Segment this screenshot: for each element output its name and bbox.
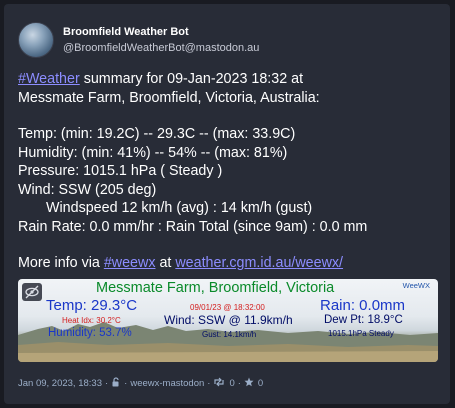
separator-dot: ·	[105, 377, 109, 389]
image-wind: Wind: SSW @ 11.9km/h	[164, 313, 293, 327]
image-datetime: 09/01/23 @ 18:32:00	[190, 303, 265, 312]
rain-line: Rain Rate: 0.0 mm/hr : Rain Total (since…	[18, 218, 368, 235]
separator-dot: ·	[124, 377, 128, 389]
status-content: #Weather summary for 09-Jan-2023 18:32 a…	[18, 70, 438, 273]
account-handle[interactable]: @BroomfieldWeatherBot@mastodon.au	[63, 40, 259, 56]
summary-text: summary for 09-Jan-2023 18:32 at	[79, 71, 304, 87]
more-info-text: More info via	[18, 255, 104, 271]
status-header: Broomfield Weather Bot @BroomfieldWeathe…	[18, 20, 259, 60]
account-names[interactable]: Broomfield Weather Bot @BroomfieldWeathe…	[63, 24, 259, 56]
separator-dot: ·	[207, 377, 211, 389]
unlock-icon	[111, 376, 121, 390]
more-info-at: at	[155, 255, 176, 271]
boost-count: 0	[229, 377, 235, 389]
eye-off-icon[interactable]	[22, 283, 42, 301]
location-line: Messmate Farm, Broomfield, Victoria, Aus…	[18, 89, 320, 106]
application-name[interactable]: weewx-mastodon	[130, 378, 204, 389]
favourite-count: 0	[257, 377, 264, 389]
windspeed-line: Windspeed 12 km/h (avg) : 14 km/h (gust)	[46, 200, 313, 216]
hashtag-weewx-link[interactable]: #weewx	[104, 255, 156, 271]
summary-line: #Weather summary for 09-Jan-2023 18:32 a…	[18, 70, 438, 89]
image-temp: Temp: 29.3°C	[46, 297, 138, 314]
image-dew-point: Dew Pt: 18.9°C	[324, 314, 403, 326]
more-info-line: More info via #weewx at weather.cgm.id.a…	[18, 254, 438, 273]
weather-image-attachment[interactable]: Messmate Farm, Broomfield, Victoria WeeW…	[18, 279, 438, 362]
star-icon[interactable]	[244, 377, 254, 390]
separator-dot: ·	[237, 377, 241, 389]
weather-site-link[interactable]: weather.cgm.id.au/weewx/	[175, 255, 343, 271]
display-name[interactable]: Broomfield Weather Bot	[63, 24, 259, 40]
temp-line: Temp: (min: 19.2C) -- 29.3C -- (max: 33.…	[18, 126, 296, 142]
wind-line: Wind: SSW (205 deg)	[18, 181, 157, 198]
status-footer: Jan 09, 2023, 18:33 · · weewx-mastodon ·…	[18, 376, 263, 390]
humidity-line: Humidity: (min: 41%) -- 54% -- (max: 81%…	[18, 144, 288, 161]
hashtag-weather-link[interactable]: #Weather	[18, 71, 80, 87]
image-title: Messmate Farm, Broomfield, Victoria	[96, 280, 335, 296]
avatar[interactable]	[18, 22, 54, 58]
image-humidity: Humidity: 53.7%	[48, 327, 132, 339]
boost-icon[interactable]	[213, 377, 225, 390]
image-rain: Rain: 0.0mm	[320, 297, 406, 314]
image-brand: WeeWX	[402, 281, 430, 290]
status-timestamp[interactable]: Jan 09, 2023, 18:33	[18, 378, 102, 389]
image-heat-index: Heat Idx: 30.2°C	[62, 316, 121, 325]
pressure-line: Pressure: 1015.1 hPa ( Steady )	[18, 163, 223, 179]
image-gust: Gust: 14.1km/h	[202, 330, 257, 339]
image-pressure: 1015.1hPa Steady	[328, 329, 394, 338]
status-card[interactable]: Broomfield Weather Bot @BroomfieldWeathe…	[4, 4, 450, 404]
